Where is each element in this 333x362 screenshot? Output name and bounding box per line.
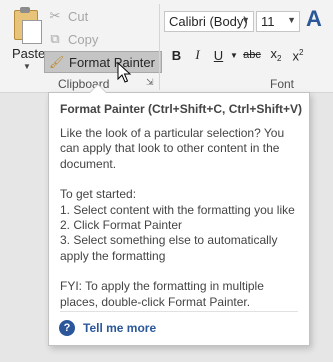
paste-label: Paste <box>12 46 46 61</box>
ribbon: Paste ▼ ✂ Cut ⧉ Copy 🖌 Format Painter Cl… <box>0 0 333 93</box>
tooltip-fyi: FYI: To apply the formatting in multiple… <box>60 279 264 309</box>
grow-font-button[interactable]: A <box>306 6 322 32</box>
chevron-down-icon[interactable]: ▼ <box>23 62 31 71</box>
font-format-toolbar: B I U ▼ abc x2 x2 <box>166 45 309 65</box>
chevron-down-icon: ▼ <box>287 15 296 25</box>
format-painter-button[interactable]: 🖌 Format Painter <box>44 51 162 73</box>
help-icon: ? <box>59 320 75 336</box>
font-group-label: Font <box>270 77 295 91</box>
chevron-down-icon: ▼ <box>241 15 250 25</box>
copy-button[interactable]: ⧉ Copy <box>48 29 98 49</box>
tooltip-step: 3. Select something else to automaticall… <box>60 233 278 263</box>
tooltip-getting-started: To get started: <box>60 187 137 202</box>
format-painter-tooltip: Format Painter (Ctrl+Shift+C, Ctrl+Shift… <box>48 84 310 346</box>
format-painter-icon: 🖌 <box>49 55 65 69</box>
font-name-select[interactable]: Calibri (Body) ▼ <box>164 11 254 32</box>
underline-button[interactable]: U <box>208 48 229 63</box>
cut-label: Cut <box>68 8 89 24</box>
group-divider <box>159 4 160 90</box>
italic-button[interactable]: I <box>187 47 208 63</box>
tooltip-divider <box>60 311 298 312</box>
tooltip-step: 1. Select content with the formatting yo… <box>60 202 295 217</box>
tell-me-more-link[interactable]: ? Tell me more <box>59 320 156 336</box>
font-size-select[interactable]: 11 ▼ <box>256 11 300 32</box>
superscript-button[interactable]: x2 <box>287 46 309 63</box>
dialog-launcher-icon[interactable]: ⇲ <box>146 77 154 88</box>
mouse-cursor-icon <box>117 62 132 83</box>
tell-me-more-label: Tell me more <box>83 321 157 335</box>
tooltip-title: Format Painter (Ctrl+Shift+C, Ctrl+Shift… <box>60 102 303 116</box>
bold-button[interactable]: B <box>166 48 187 63</box>
cut-button[interactable]: ✂ Cut <box>48 6 89 26</box>
cut-icon: ✂ <box>49 8 61 23</box>
strikethrough-button[interactable]: abc <box>239 49 265 61</box>
font-name-value: Calibri (Body) <box>169 14 248 29</box>
tooltip-step: 2. Click Format Painter <box>60 218 183 233</box>
tooltip-description: Like the look of a particular selection?… <box>60 126 285 171</box>
copy-icon: ⧉ <box>50 31 60 46</box>
underline-dropdown[interactable]: ▼ <box>229 51 239 60</box>
copy-label: Copy <box>68 31 99 47</box>
font-size-value: 11 <box>261 14 275 29</box>
subscript-button[interactable]: x2 <box>265 46 287 65</box>
format-painter-label: Format Painter <box>69 54 155 70</box>
paste-button[interactable]: Paste ▼ <box>6 4 46 74</box>
tooltip-body: Like the look of a particular selection?… <box>60 126 304 325</box>
